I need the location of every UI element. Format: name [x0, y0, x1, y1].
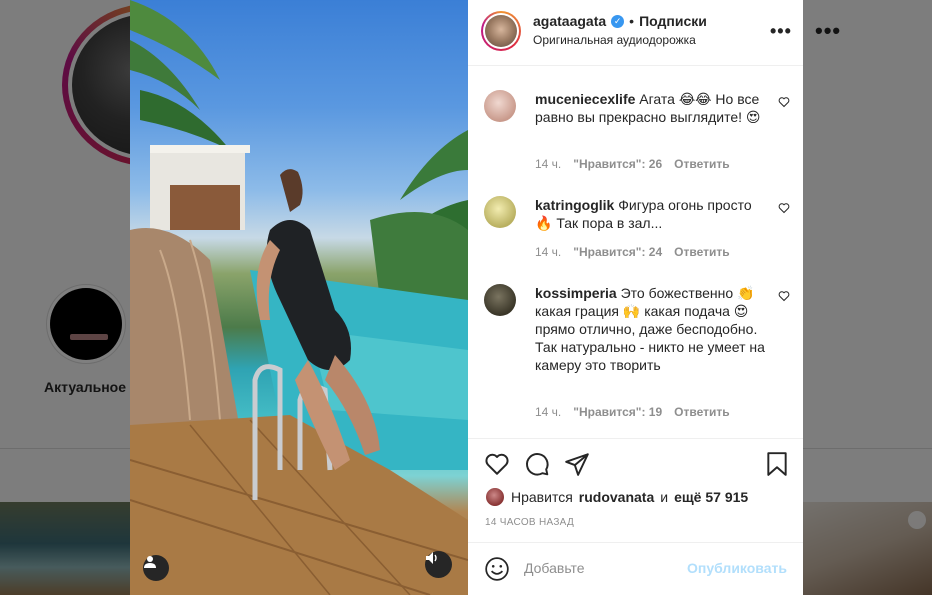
commenter-username[interactable]: kossimperia: [535, 285, 617, 301]
likes-summary: Нравится rudovanata и ещё 57 915: [485, 487, 748, 507]
comment-text-block: katringoglik Фигура огонь просто 🔥 Так п…: [535, 196, 765, 232]
author-avatar[interactable]: [481, 11, 521, 51]
comment-icon[interactable]: [524, 451, 550, 477]
sound-icon[interactable]: [425, 551, 452, 578]
comment-reply-button[interactable]: Ответить: [674, 405, 729, 419]
comment-text-block: kossimperia Это божественно 👏 какая грац…: [535, 284, 765, 374]
add-comment-bar: Опубликовать: [468, 542, 803, 595]
comment-like-icon[interactable]: [778, 96, 790, 111]
comment-like-icon[interactable]: [778, 290, 790, 305]
comment-input[interactable]: [524, 557, 674, 579]
comments-list: muceniecexlife Агата 😂😂 Но все равно вы …: [468, 67, 803, 438]
heart-icon[interactable]: [484, 451, 510, 477]
post-actions: Нравится rudovanata и ещё 57 915 14 ЧАСО…: [468, 438, 803, 542]
post-side-panel: agataagata ✓ • Подписки Оригинальная ауд…: [468, 0, 803, 595]
post-photo-illustration: [130, 0, 468, 595]
comment-like-count[interactable]: "Нравится": 24: [573, 245, 662, 259]
commenter-avatar[interactable]: [484, 196, 516, 228]
publish-button[interactable]: Опубликовать: [687, 560, 787, 576]
comment-meta: 14 ч. "Нравится": 26 Ответить: [535, 157, 730, 171]
post-media[interactable]: [130, 0, 468, 595]
post-timestamp[interactable]: 14 ЧАСОВ НАЗАД: [485, 517, 574, 528]
comment-time[interactable]: 14 ч.: [535, 157, 561, 171]
verified-badge-icon: ✓: [611, 14, 625, 28]
comment-meta: 14 ч. "Нравится": 19 Ответить: [535, 405, 730, 419]
share-icon[interactable]: [564, 451, 590, 477]
comment-like-icon[interactable]: [778, 202, 790, 217]
user-tag-icon[interactable]: [143, 555, 169, 581]
emoji-icon[interactable]: [484, 556, 510, 582]
liker-avatar[interactable]: [485, 487, 505, 507]
bookmark-icon[interactable]: [764, 451, 790, 477]
comment-reply-button[interactable]: Ответить: [674, 245, 729, 259]
post-header: agataagata ✓ • Подписки Оригинальная ауд…: [468, 0, 803, 66]
comment-like-count[interactable]: "Нравится": 26: [573, 157, 662, 171]
comment-like-count[interactable]: "Нравится": 19: [573, 405, 662, 419]
likes-count[interactable]: ещё 57 915: [674, 489, 748, 505]
more-options-icon[interactable]: •••: [770, 21, 792, 42]
author-line: agataagata ✓ • Подписки: [533, 13, 707, 29]
separator: •: [629, 13, 635, 29]
commenter-avatar[interactable]: [484, 284, 516, 316]
author-username[interactable]: agataagata: [533, 13, 606, 29]
comment-meta: 14 ч. "Нравится": 24 Ответить: [535, 245, 730, 259]
comment-text-block: muceniecexlife Агата 😂😂 Но все равно вы …: [535, 90, 765, 126]
liker-username[interactable]: rudovanata: [579, 489, 654, 505]
commenter-username[interactable]: katringoglik: [535, 197, 614, 213]
commenter-avatar[interactable]: [484, 90, 516, 122]
comment-time[interactable]: 14 ч.: [535, 405, 561, 419]
comment-time[interactable]: 14 ч.: [535, 245, 561, 259]
commenter-username[interactable]: muceniecexlife: [535, 91, 635, 107]
likes-and: и: [660, 489, 669, 505]
audio-link[interactable]: Оригинальная аудиодорожка: [533, 33, 696, 47]
likes-prefix: Нравится: [511, 489, 573, 505]
comment-reply-button[interactable]: Ответить: [674, 157, 729, 171]
follow-status-button[interactable]: Подписки: [639, 13, 707, 29]
